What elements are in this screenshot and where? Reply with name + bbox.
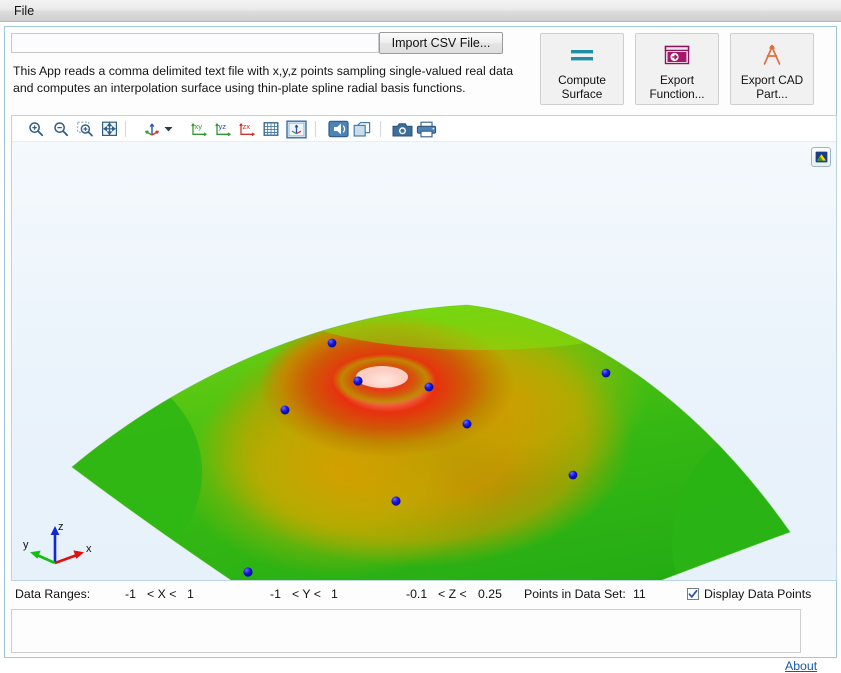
z-max-value: 0.25 (478, 587, 502, 601)
surface-plot-svg (12, 142, 836, 580)
data-point[interactable] (391, 496, 400, 505)
view-zx-icon[interactable]: zx (237, 119, 259, 139)
export-function-label: Export Function... (649, 73, 704, 101)
export-cad-part-label: Export CAD Part... (741, 73, 803, 101)
surface-plot-canvas[interactable]: z y x (12, 142, 836, 580)
data-point[interactable] (463, 420, 472, 429)
y-range-relation: < Y < (292, 587, 321, 601)
data-point[interactable] (602, 369, 611, 378)
application-window: File Import CSV File... This App reads a… (0, 0, 841, 662)
data-point[interactable] (328, 339, 337, 348)
top-panel: Import CSV File... This App reads a comm… (5, 27, 836, 111)
compass-divider-icon (758, 38, 786, 72)
zoom-extents-icon[interactable] (99, 119, 119, 139)
snapshot-camera-icon[interactable] (391, 119, 413, 139)
z-min-value: -0.1 (406, 587, 427, 601)
data-point[interactable] (425, 383, 434, 392)
axis-orientation-icon[interactable] (285, 119, 307, 139)
log-output-box[interactable] (11, 609, 801, 653)
csv-path-input[interactable] (11, 33, 379, 53)
display-data-points-checkbox[interactable] (687, 588, 699, 600)
view-xy-icon[interactable]: xy (189, 119, 211, 139)
app-description-line2: and computes an interpolation surface us… (13, 80, 533, 97)
data-point[interactable] (353, 376, 362, 385)
toolbar-separator (315, 121, 316, 137)
transparency-icon[interactable] (352, 119, 372, 139)
scene-light-icon[interactable] (327, 119, 349, 139)
data-point[interactable] (569, 471, 578, 480)
print-icon[interactable] (415, 119, 437, 139)
status-bar: Data Ranges: -1 < X < 1 -1 < Y < 1 -0.1 … (11, 585, 837, 607)
axis-triad: z y x (22, 514, 108, 572)
x-max-value: 1 (187, 587, 194, 601)
orbit-axis-icon[interactable] (142, 119, 162, 139)
data-point[interactable] (281, 406, 290, 415)
points-in-dataset-value: 11 (633, 587, 646, 601)
z-range-relation: < Z < (438, 587, 467, 601)
interpolated-surface (12, 254, 836, 580)
points-in-dataset-label: Points in Data Set: (524, 587, 626, 601)
axis-label-x: x (86, 543, 92, 555)
export-window-icon (662, 38, 692, 72)
svg-text:zx: zx (243, 122, 251, 131)
plot-panel: xy yz zx (11, 115, 837, 581)
display-data-points-label: Display Data Points (704, 587, 811, 601)
svg-text:yz: yz (219, 122, 227, 131)
view-yz-icon[interactable]: yz (213, 119, 235, 139)
zoom-in-icon[interactable] (26, 119, 46, 139)
action-button-group: Compute Surface (540, 33, 832, 105)
y-max-value: 1 (331, 587, 338, 601)
content-frame: Import CSV File... This App reads a comm… (4, 26, 837, 658)
export-cad-part-button[interactable]: Export CAD Part... (730, 33, 814, 105)
x-min-value: -1 (125, 587, 136, 601)
app-description: This App reads a comma delimited text fi… (13, 63, 533, 97)
zoom-box-icon[interactable] (75, 119, 95, 139)
data-ranges-label: Data Ranges: (15, 587, 90, 601)
view-dropdown-caret-icon[interactable] (162, 119, 174, 139)
y-min-value: -1 (270, 587, 281, 601)
data-point[interactable] (243, 567, 252, 576)
plot-toolbar: xy yz zx (12, 116, 836, 142)
svg-text:xy: xy (195, 122, 203, 131)
colorbar-icon[interactable] (811, 147, 831, 167)
export-function-button[interactable]: Export Function... (635, 33, 719, 105)
compute-surface-label: Compute Surface (558, 73, 606, 101)
x-range-relation: < X < (147, 587, 176, 601)
equals-icon (568, 38, 596, 72)
toolbar-separator (125, 121, 126, 137)
menu-item-file[interactable]: File (8, 3, 40, 19)
menu-bar: File (0, 0, 841, 22)
axis-label-y: y (23, 539, 29, 551)
app-description-line1: This App reads a comma delimited text fi… (13, 63, 533, 80)
about-link[interactable]: About (785, 659, 817, 673)
toolbar-separator (380, 121, 381, 137)
zoom-out-icon[interactable] (51, 119, 71, 139)
grid-icon[interactable] (261, 119, 281, 139)
axis-label-z: z (58, 521, 64, 533)
import-csv-button[interactable]: Import CSV File... (379, 32, 503, 54)
compute-surface-button[interactable]: Compute Surface (540, 33, 624, 105)
